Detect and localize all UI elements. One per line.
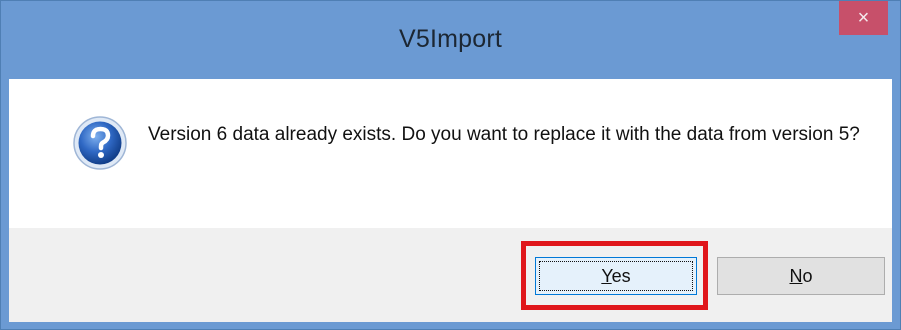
question-icon bbox=[73, 116, 127, 170]
dialog-window: V5Import × Version 6 data already exists… bbox=[0, 0, 901, 330]
close-icon: × bbox=[857, 6, 870, 29]
dialog-content: Version 6 data already exists. Do you wa… bbox=[9, 79, 892, 228]
focus-rectangle bbox=[539, 261, 693, 291]
yes-button[interactable]: Yes bbox=[535, 257, 697, 295]
title-bar[interactable]: V5Import × bbox=[1, 1, 900, 79]
dialog-message: Version 6 data already exists. Do you wa… bbox=[148, 124, 860, 145]
no-button-label: No bbox=[789, 265, 813, 286]
button-bar: Yes No bbox=[9, 228, 892, 322]
no-button[interactable]: No bbox=[717, 257, 885, 295]
window-title: V5Import bbox=[398, 25, 503, 53]
close-button[interactable]: × bbox=[839, 1, 888, 35]
